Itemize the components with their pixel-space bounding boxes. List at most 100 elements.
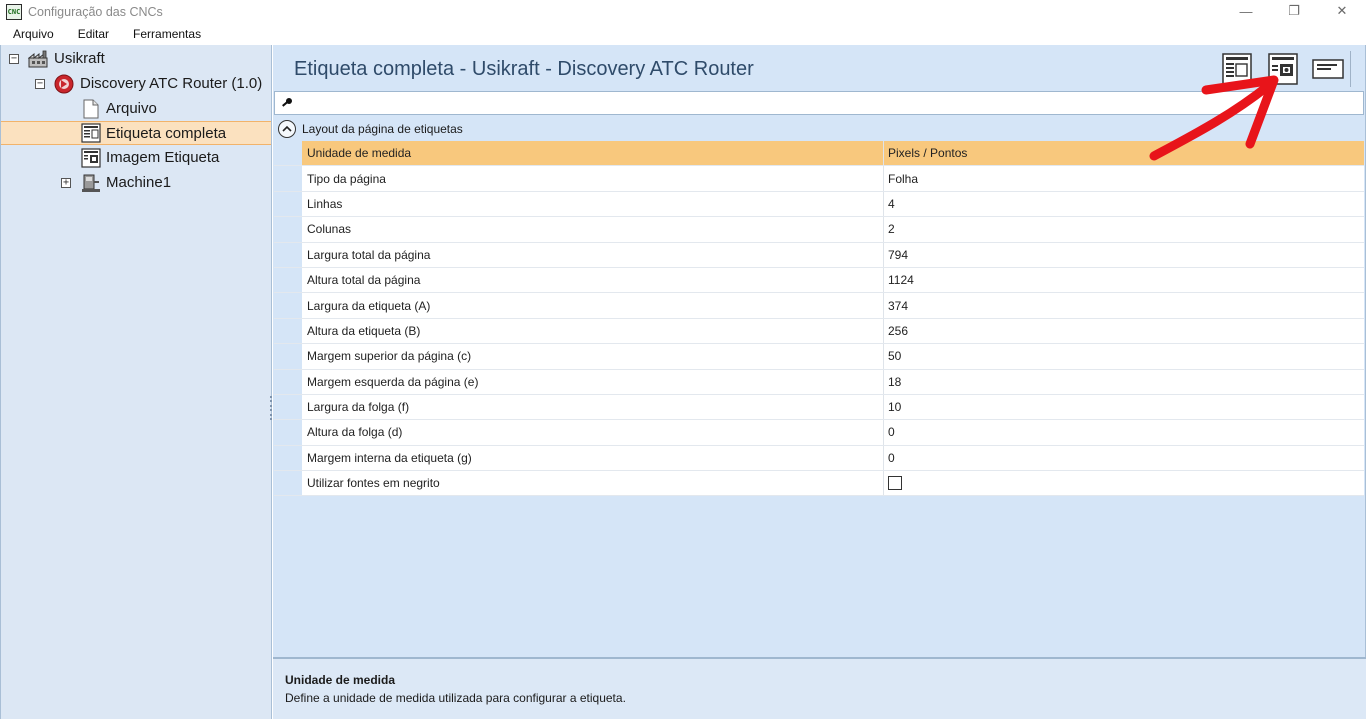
- property-value[interactable]: 10: [884, 395, 1364, 419]
- row-gutter: [274, 420, 302, 445]
- property-value[interactable]: 4: [884, 192, 1364, 216]
- tree-label: Discovery ATC Router (1.0): [80, 75, 263, 92]
- property-name: Largura da etiqueta (A): [302, 293, 884, 318]
- property-row[interactable]: Tipo da página Folha: [274, 166, 1364, 192]
- tree-node-arquivo[interactable]: Arquivo: [1, 97, 271, 121]
- property-row[interactable]: Margem interna da etiqueta (g) 0: [274, 445, 1364, 472]
- collapse-toggle[interactable]: −: [35, 79, 45, 89]
- property-name: Colunas: [302, 217, 884, 242]
- property-row[interactable]: Linhas 4: [274, 191, 1364, 218]
- collapse-toggle[interactable]: −: [9, 54, 19, 64]
- navigation-tree: − Usikraft − Discovery ATC Router (1.0) …: [0, 45, 272, 719]
- label-image-view-button[interactable]: [1259, 51, 1305, 87]
- row-gutter: [274, 242, 302, 267]
- menu-arquivo[interactable]: Arquivo: [0, 24, 66, 45]
- property-name: Unidade de medida: [302, 141, 884, 166]
- property-row[interactable]: Largura da folga (f) 10: [274, 394, 1364, 421]
- group-label: Layout da página de etiquetas: [302, 122, 463, 136]
- property-value[interactable]: Folha: [884, 166, 1364, 190]
- property-name: Utilizar fontes em negrito: [302, 471, 884, 496]
- row-gutter: [274, 217, 302, 242]
- property-search-bar: [274, 91, 1364, 115]
- machine-icon: [82, 174, 100, 192]
- property-value[interactable]: 794: [884, 243, 1364, 267]
- tree-node-usikraft[interactable]: − Usikraft: [1, 47, 271, 71]
- property-name: Altura da folga (d): [302, 420, 884, 445]
- tree-node-etiqueta-completa[interactable]: Etiqueta completa: [1, 121, 271, 145]
- property-row[interactable]: Altura da etiqueta (B) 256: [274, 318, 1364, 345]
- title-bar: CNC Configuração das CNCs — ❐ ✕: [0, 0, 1366, 24]
- row-gutter: [274, 394, 302, 420]
- tree-label: Machine1: [106, 174, 172, 191]
- factory-icon: [28, 50, 48, 68]
- property-value[interactable]: 256: [884, 319, 1364, 343]
- property-name: Tipo da página: [302, 166, 884, 191]
- collapse-group-button[interactable]: [278, 120, 296, 138]
- property-name: Margem interna da etiqueta (g): [302, 445, 884, 471]
- page-title: Etiqueta completa - Usikraft - Discovery…: [294, 58, 754, 80]
- property-name: Altura total da página: [302, 267, 884, 293]
- minimize-button[interactable]: —: [1222, 0, 1270, 22]
- property-row[interactable]: Margem esquerda da página (e) 18: [274, 369, 1364, 395]
- property-name: Linhas: [302, 191, 884, 217]
- toolbar: [1213, 51, 1351, 87]
- property-value[interactable]: 374: [884, 293, 1364, 317]
- router-logo-icon: [54, 74, 74, 94]
- label-image-icon: [1267, 53, 1298, 85]
- close-button[interactable]: ✕: [1318, 0, 1366, 22]
- tree-label: Imagem Etiqueta: [106, 149, 220, 166]
- property-value[interactable]: 0: [884, 446, 1364, 470]
- label-layout-icon: [1221, 53, 1252, 85]
- property-value-checkbox-cell[interactable]: [884, 471, 1364, 495]
- menu-ferramentas[interactable]: Ferramentas: [121, 24, 213, 45]
- label-image-icon: [81, 148, 101, 168]
- menu-bar: Arquivo Editar Ferramentas: [0, 24, 1366, 45]
- row-gutter: [274, 445, 302, 471]
- full-label-view-button[interactable]: [1213, 51, 1259, 87]
- row-gutter: [274, 191, 302, 217]
- property-row[interactable]: Colunas 2: [274, 217, 1364, 243]
- tree-node-imagem-etiqueta[interactable]: Imagem Etiqueta: [1, 146, 271, 170]
- property-name: Margem superior da página (c): [302, 344, 884, 369]
- property-grid: Unidade de medida Pixels / Pontos Tipo da …: [274, 141, 1364, 497]
- row-gutter: [274, 318, 302, 344]
- property-search-input[interactable]: [299, 94, 1349, 112]
- property-value[interactable]: 1124: [884, 268, 1364, 292]
- tree-label: Etiqueta completa: [106, 125, 227, 142]
- property-row[interactable]: Largura da etiqueta (A) 374: [274, 293, 1364, 319]
- property-row[interactable]: Altura total da página 1124: [274, 267, 1364, 294]
- property-row[interactable]: Unidade de medida Pixels / Pontos: [274, 141, 1364, 167]
- row-gutter: [274, 293, 302, 318]
- menu-editar[interactable]: Editar: [66, 24, 121, 45]
- property-name: Largura da folga (f): [302, 394, 884, 420]
- property-value[interactable]: 0: [884, 420, 1364, 444]
- tree-label: Usikraft: [54, 50, 105, 67]
- tree-node-discovery-atc-router[interactable]: − Discovery ATC Router (1.0): [1, 72, 271, 96]
- description-text: Define a unidade de medida utilizada par…: [285, 691, 626, 705]
- row-gutter: [274, 267, 302, 293]
- property-row[interactable]: Utilizar fontes em negrito: [274, 471, 1364, 497]
- label-text-view-button[interactable]: [1305, 51, 1351, 87]
- tree-node-machine1[interactable]: + Machine1: [1, 171, 271, 195]
- label-layout-icon: [81, 123, 101, 143]
- tree-label: Arquivo: [106, 100, 157, 117]
- file-icon: [83, 99, 99, 119]
- property-value[interactable]: Pixels / Pontos: [884, 141, 1364, 166]
- property-group-header[interactable]: Layout da página de etiquetas: [274, 118, 1364, 140]
- maximize-button[interactable]: ❐: [1270, 0, 1318, 22]
- chevron-up-icon: [282, 125, 292, 132]
- bold-fonts-checkbox[interactable]: [888, 476, 902, 491]
- property-row[interactable]: Margem superior da página (c) 50: [274, 344, 1364, 370]
- property-value[interactable]: 2: [884, 217, 1364, 241]
- property-row[interactable]: Largura total da página 794: [274, 242, 1364, 268]
- property-value[interactable]: 18: [884, 370, 1364, 394]
- description-pane: Unidade de medida Define a unidade de me…: [273, 657, 1366, 719]
- app-cnc-icon: CNC: [6, 4, 22, 20]
- window-title: Configuração das CNCs: [28, 5, 163, 19]
- expand-toggle[interactable]: +: [61, 178, 71, 188]
- property-value[interactable]: 50: [884, 344, 1364, 368]
- row-gutter: [274, 166, 302, 191]
- property-row[interactable]: Altura da folga (d) 0: [274, 420, 1364, 446]
- label-text-icon: [1312, 59, 1344, 79]
- row-gutter: [274, 369, 302, 394]
